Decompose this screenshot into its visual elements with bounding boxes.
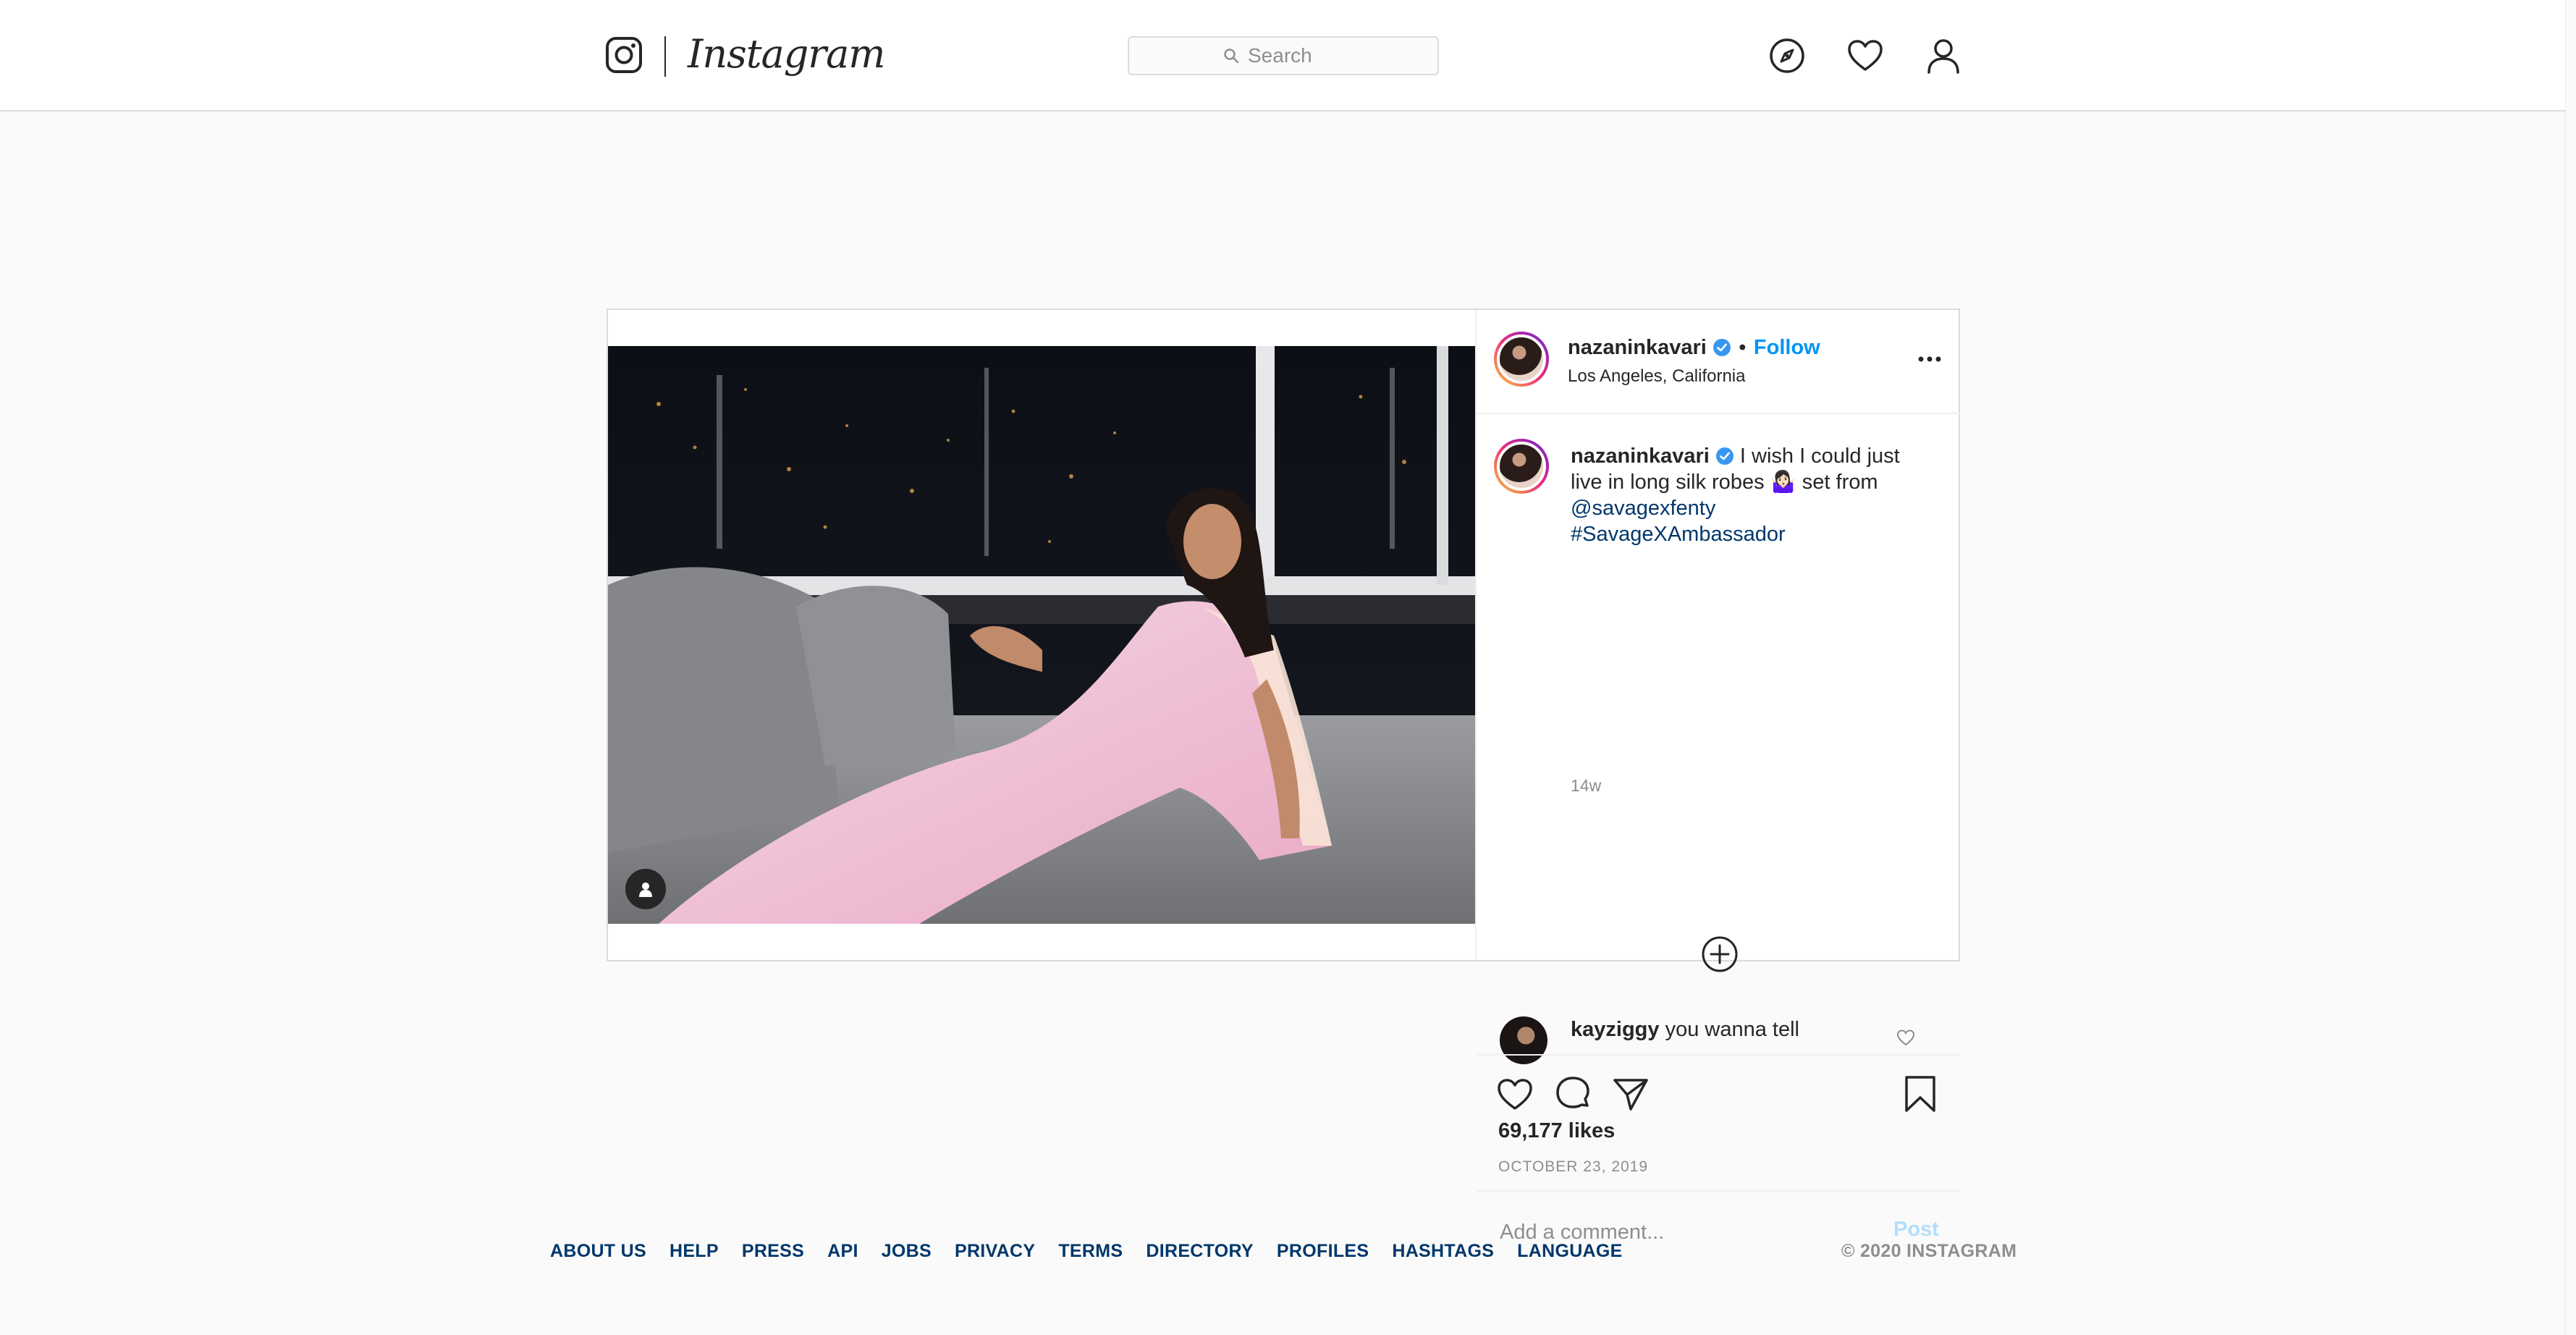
author-avatar[interactable]: [1494, 332, 1549, 387]
search-box[interactable]: [1128, 36, 1439, 75]
caption-username[interactable]: nazaninkavari: [1571, 445, 1710, 468]
caption-time-ago[interactable]: 14w: [1571, 776, 1601, 796]
footer-link-privacy[interactable]: PRIVACY: [955, 1241, 1035, 1262]
footer-link-press[interactable]: PRESS: [742, 1241, 804, 1262]
post-comment-button[interactable]: Post: [1893, 1218, 1939, 1242]
caption-hashtag-link[interactable]: #SavageXAmbassador: [1571, 523, 1786, 546]
footer-link-language[interactable]: LANGUAGE: [1517, 1241, 1622, 1262]
instagram-camera-logo-icon[interactable]: [605, 36, 643, 74]
caption-mention-link[interactable]: @savagexfenty: [1571, 497, 1715, 520]
footer-link-profiles[interactable]: PROFILES: [1277, 1241, 1369, 1262]
top-navigation-bar: Instagram: [0, 0, 2566, 111]
comment-username[interactable]: kayziggy: [1571, 1018, 1660, 1041]
footer-link-about-us[interactable]: ABOUT US: [550, 1241, 646, 1262]
caption-emoji: 🤷🏻‍♀️: [1770, 471, 1796, 494]
comment-bubble-icon[interactable]: [1553, 1074, 1592, 1113]
footer-link-api[interactable]: API: [827, 1241, 858, 1262]
post-photo-illustration: [608, 346, 1475, 924]
more-options-icon[interactable]: [1912, 342, 1947, 376]
instagram-wordmark-logo[interactable]: Instagram: [688, 29, 885, 80]
tagged-user-icon: [639, 883, 652, 897]
post-sidebar: nazaninkavari • Follow Los Angeles, Cali…: [1475, 310, 1960, 1251]
verified-badge-icon: [1715, 447, 1733, 465]
like-heart-icon[interactable]: [1495, 1074, 1534, 1113]
author-line: nazaninkavari • Follow: [1568, 336, 1820, 360]
comment-like-heart-icon[interactable]: [1896, 1028, 1915, 1047]
comment-item: kayziggy you wanna tell: [1571, 1018, 1799, 1042]
footer-link-terms[interactable]: TERMS: [1058, 1241, 1123, 1262]
caption-author-avatar-image: [1497, 442, 1546, 491]
likes-count[interactable]: 69,177 likes: [1498, 1119, 1615, 1143]
post-location[interactable]: Los Angeles, California: [1568, 366, 1745, 387]
copyright-notice: © 2020 INSTAGRAM: [1841, 1241, 2017, 1261]
save-bookmark-icon[interactable]: [1901, 1074, 1940, 1113]
footer-link-help[interactable]: HELP: [670, 1241, 719, 1262]
activity-heart-icon[interactable]: [1846, 36, 1885, 75]
author-avatar-image: [1497, 334, 1546, 384]
separator-dot: •: [1739, 336, 1747, 359]
post-card: nazaninkavari • Follow Los Angeles, Cali…: [607, 308, 1960, 1251]
post-caption: nazaninkavari I wish I could just live i…: [1571, 443, 1933, 547]
footer-link-hashtags[interactable]: HASHTAGS: [1392, 1241, 1494, 1262]
comments-scroll-area[interactable]: nazaninkavari I wish I could just live i…: [1477, 414, 1960, 692]
verified-badge-icon: [1713, 339, 1731, 356]
footer-link-jobs[interactable]: JOBS: [882, 1241, 932, 1262]
explore-compass-icon[interactable]: [1768, 36, 1807, 75]
caption-author-avatar[interactable]: [1494, 439, 1549, 494]
tagged-people-badge[interactable]: [625, 869, 666, 909]
caption-text-after: set from: [1796, 471, 1878, 494]
follow-button[interactable]: Follow: [1754, 336, 1820, 359]
search-input[interactable]: [1246, 43, 1343, 68]
author-username[interactable]: nazaninkavari: [1568, 336, 1707, 359]
profile-person-icon[interactable]: [1924, 36, 1963, 75]
comment-text: you wanna tell: [1665, 1018, 1799, 1041]
page-scrollbar[interactable]: [2565, 0, 2576, 1335]
share-direct-icon[interactable]: [1611, 1074, 1650, 1113]
post-date[interactable]: OCTOBER 23, 2019: [1498, 1158, 1648, 1176]
footer-links: ABOUT US HELP PRESS API JOBS PRIVACY TER…: [550, 1241, 1623, 1262]
search-icon: [1224, 49, 1239, 64]
post-photo[interactable]: [608, 346, 1475, 924]
load-more-comments-icon[interactable]: [1699, 934, 1740, 974]
logo-divider: [664, 36, 666, 77]
post-header: nazaninkavari • Follow Los Angeles, Cali…: [1477, 310, 1960, 414]
footer-link-directory[interactable]: DIRECTORY: [1146, 1241, 1254, 1262]
